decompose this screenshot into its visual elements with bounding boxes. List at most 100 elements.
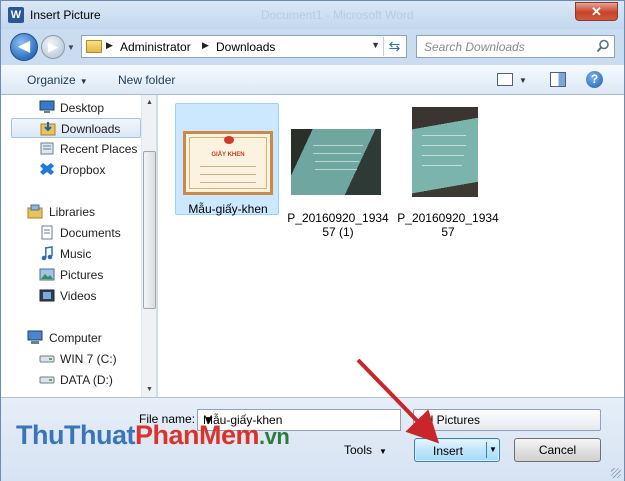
search-placeholder: Search Downloads (424, 40, 525, 54)
photo-text-line (315, 169, 357, 170)
file-type-select[interactable]: All Pictures ▼ (413, 409, 601, 431)
nav-item-recent-places[interactable]: Recent Places (11, 139, 141, 159)
nav-label-drive-d: DATA (D:) (60, 373, 113, 387)
organize-button[interactable]: Organize ▼ (27, 73, 88, 87)
preview-pane-icon[interactable] (550, 72, 566, 87)
change-view-icon[interactable] (497, 73, 513, 86)
title-bar[interactable]: W Insert Picture Document1 - Microsoft W… (1, 1, 624, 29)
view-options-chevron-icon[interactable]: ▼ (519, 76, 527, 85)
recent-places-icon (40, 142, 54, 155)
photo-thumbnail (291, 129, 381, 195)
address-bar[interactable]: ▶ Administrator ▶ Downloads ▼ ⇆ (81, 35, 407, 58)
background-window-title: Document1 - Microsoft Word (261, 8, 414, 22)
drive-d-icon (39, 376, 55, 384)
watermark-part-1: ThuThuat (16, 420, 135, 450)
resize-grip[interactable] (611, 468, 621, 478)
certificate-line (200, 166, 256, 167)
address-row: ◀ ▶ ▼ ▶ Administrator ▶ Downloads ▼ ⇆ Se… (1, 29, 624, 65)
window-title: Insert Picture (30, 8, 101, 22)
insert-picture-dialog: W Insert Picture Document1 - Microsoft W… (0, 0, 625, 481)
nav-label-videos: Videos (60, 289, 97, 303)
nav-label-desktop: Desktop (60, 101, 105, 115)
chevron-down-icon: ▼ (379, 447, 387, 456)
tools-button[interactable]: Tools ▼ (344, 443, 387, 457)
nav-item-libraries[interactable]: Libraries (11, 202, 141, 222)
certificate-thumbnail: GIẤY KHEN (183, 131, 273, 195)
breadcrumb-separator-icon[interactable]: ▶ (202, 40, 209, 51)
navigation-scrollbar[interactable]: ▲ ▼ (141, 95, 156, 397)
nav-item-desktop[interactable]: Desktop (11, 98, 141, 118)
file-name-line-2: 57 (1) (322, 225, 354, 239)
nav-item-documents[interactable]: Documents (11, 223, 141, 243)
search-input[interactable]: Search Downloads (416, 35, 615, 58)
insert-button[interactable]: Insert ▼ (414, 438, 500, 462)
documents-icon (41, 225, 53, 240)
watermark-part-3: .vn (259, 424, 290, 449)
recent-pages-chevron-icon[interactable]: ▼ (67, 43, 75, 52)
scroll-up-icon[interactable]: ▲ (142, 95, 156, 110)
refresh-icon[interactable]: ⇆ (383, 37, 405, 56)
nav-item-drive-d[interactable]: DATA (D:) (11, 370, 141, 390)
organize-label: Organize (27, 73, 76, 87)
photo-text-line (315, 161, 359, 162)
nav-item-drive-c[interactable]: WIN 7 (C:) (11, 349, 141, 369)
insert-options-chevron-icon[interactable]: ▼ (489, 445, 497, 454)
nav-label-pictures: Pictures (60, 268, 104, 282)
nav-item-music[interactable]: Music (11, 244, 141, 264)
nav-label-downloads: Downloads (61, 122, 121, 136)
file-list: GIẤY KHEN Mẫu-giấy-khen P_20160920_1934 … (158, 95, 624, 397)
file-type-dropdown-icon[interactable]: ▼ (420, 413, 596, 427)
nav-label-computer: Computer (49, 331, 102, 345)
file-name: Mẫu-giấy-khen (188, 202, 268, 216)
photo-text-line (422, 155, 464, 156)
breadcrumb-separator-icon[interactable]: ▶ (106, 40, 113, 51)
nav-item-pictures[interactable]: Pictures (11, 265, 141, 285)
split-divider (486, 442, 487, 458)
address-dropdown-icon[interactable]: ▼ (371, 40, 380, 50)
back-button[interactable]: ◀ (10, 33, 38, 61)
nav-item-downloads[interactable]: Downloads (11, 118, 141, 138)
scroll-down-icon[interactable]: ▼ (142, 382, 156, 397)
certificate-line (200, 182, 256, 183)
drive-c-icon (39, 355, 55, 363)
nav-label-drive-c: WIN 7 (C:) (60, 352, 117, 366)
close-button[interactable]: ✕ (575, 2, 618, 21)
videos-icon (39, 289, 55, 302)
libraries-icon (27, 204, 43, 219)
nav-item-videos[interactable]: Videos (11, 286, 141, 306)
certificate-title: GIẤY KHEN (211, 152, 245, 158)
file-name-line-2: 57 (441, 225, 455, 239)
photo-text-line (422, 135, 466, 136)
nav-label-libraries: Libraries (49, 205, 96, 219)
nav-label-documents: Documents (60, 226, 121, 240)
watermark-part-2: PhanMem (134, 420, 260, 450)
new-folder-button[interactable]: New folder (118, 73, 175, 87)
downloads-icon (40, 122, 56, 136)
photo-thumbnail (412, 107, 478, 197)
cancel-button[interactable]: Cancel (514, 438, 601, 462)
desktop-icon (39, 100, 55, 113)
nav-item-dropbox[interactable]: Dropbox (11, 160, 141, 180)
photo-text-line (422, 165, 462, 166)
breadcrumb-downloads[interactable]: Downloads (216, 40, 275, 54)
insert-label: Insert (433, 444, 464, 458)
file-name-line-1: P_20160920_1934 (287, 211, 389, 225)
computer-icon (27, 330, 43, 344)
nav-label-dropbox: Dropbox (60, 163, 106, 177)
file-item-photo-2[interactable]: P_20160920_1934 57 (396, 103, 500, 239)
search-icon[interactable] (596, 39, 610, 53)
nav-label-recent-places: Recent Places (60, 142, 138, 156)
folder-icon (86, 40, 102, 53)
chevron-down-icon: ▼ (79, 77, 88, 86)
breadcrumb-administrator[interactable]: Administrator (120, 40, 191, 54)
file-item-photo-1[interactable]: P_20160920_1934 57 (1) (286, 103, 390, 239)
emblem-icon (224, 136, 234, 144)
help-icon[interactable]: ? (586, 71, 603, 88)
scrollbar-thumb[interactable] (143, 151, 156, 309)
nav-item-computer[interactable]: Computer (11, 328, 141, 348)
forward-button[interactable]: ▶ (41, 35, 65, 59)
word-app-icon: W (8, 7, 24, 23)
tools-label: Tools (344, 443, 373, 457)
nav-label-music: Music (60, 247, 92, 261)
file-item-mau-giay-khen[interactable]: GIẤY KHEN Mẫu-giấy-khen (175, 103, 279, 216)
